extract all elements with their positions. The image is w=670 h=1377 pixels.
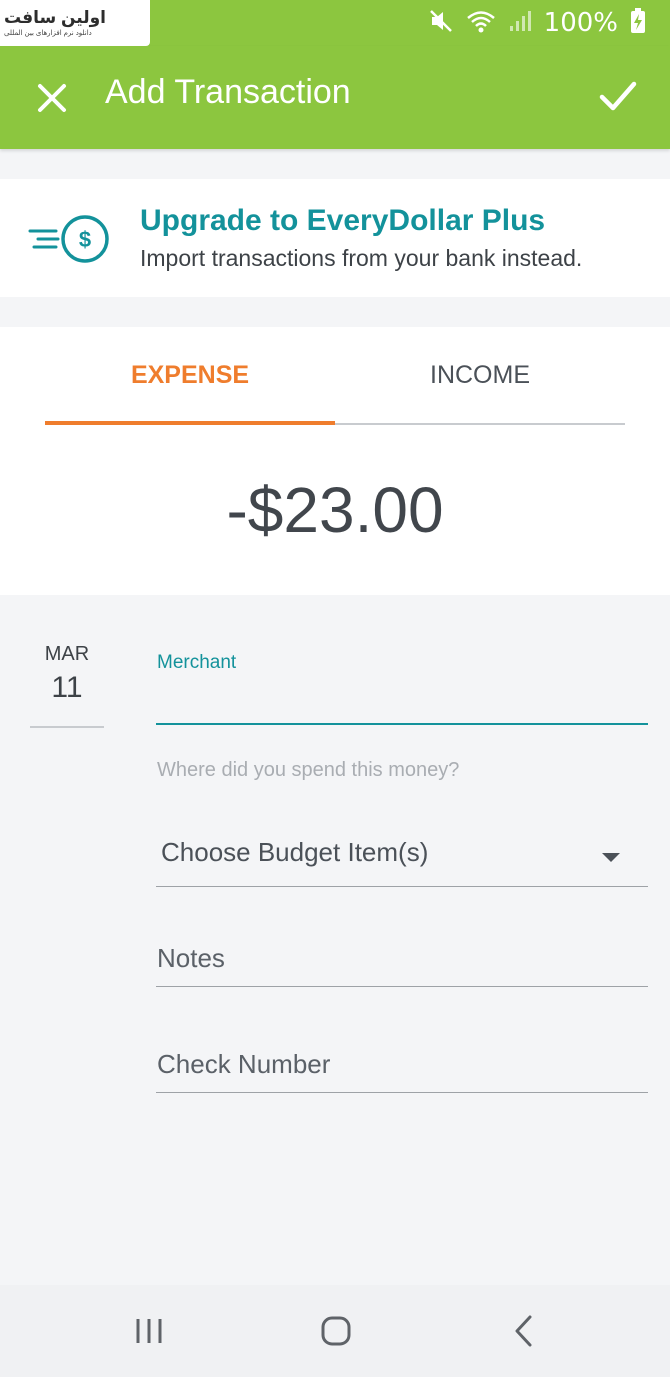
- watermark-title: اولین سافت: [4, 8, 106, 27]
- upgrade-banner[interactable]: $ Upgrade to EveryDollar Plus Import tra…: [0, 179, 670, 297]
- amount-input[interactable]: -$23.00: [0, 473, 670, 547]
- recents-button[interactable]: [131, 1313, 167, 1349]
- upgrade-subtitle: Import transactions from your bank inste…: [140, 245, 583, 271]
- budget-item-select[interactable]: Choose Budget Item(s): [156, 825, 648, 887]
- recents-icon: [136, 1319, 162, 1343]
- date-month: MAR: [44, 643, 90, 665]
- tab-income[interactable]: INCOME: [335, 361, 625, 390]
- back-button[interactable]: [506, 1313, 542, 1349]
- system-nav-bar: [0, 1285, 670, 1377]
- upgrade-title: Upgrade to EveryDollar Plus: [140, 204, 546, 237]
- app-bar: Add Transaction: [0, 46, 670, 149]
- signal-icon: [508, 9, 532, 38]
- close-button[interactable]: [36, 82, 68, 114]
- battery-charging-icon: [630, 7, 646, 39]
- svg-text:$: $: [79, 227, 91, 252]
- tab-expense[interactable]: EXPENSE: [45, 361, 335, 390]
- dollar-coin-icon: $: [28, 214, 112, 264]
- transaction-form: MAR 11 Merchant Where did you spend this…: [0, 595, 670, 1285]
- save-button[interactable]: [598, 78, 638, 114]
- tab-underline: [335, 423, 625, 425]
- merchant-helper-text: Where did you spend this money?: [157, 759, 460, 781]
- date-day: 11: [51, 671, 83, 704]
- home-button[interactable]: [318, 1313, 354, 1349]
- notes-field[interactable]: [156, 931, 648, 987]
- merchant-label: Merchant: [157, 652, 237, 673]
- close-icon: [38, 84, 66, 112]
- budget-item-label: Choose Budget Item(s): [161, 837, 429, 867]
- date-underline: [30, 726, 104, 728]
- mute-icon: [428, 8, 454, 39]
- wifi-icon: [466, 8, 496, 39]
- chevron-down-icon: [602, 853, 620, 862]
- check-number-field[interactable]: [156, 1037, 648, 1093]
- transaction-type-panel: EXPENSE INCOME -$23.00: [0, 327, 670, 595]
- back-icon: [515, 1315, 532, 1347]
- merchant-field[interactable]: [156, 679, 648, 725]
- status-bar: اولین سافت دانلود نرم افزارهای بین الملل…: [0, 0, 670, 46]
- status-icons: 100%: [428, 7, 646, 39]
- home-icon: [321, 1316, 351, 1346]
- page-title: Add Transaction: [105, 73, 351, 111]
- watermark-subtitle: دانلود نرم افزارهای بین المللی: [4, 30, 92, 37]
- check-icon: [599, 81, 637, 111]
- tab-active-indicator: [45, 421, 335, 425]
- watermark-logo: اولین سافت دانلود نرم افزارهای بین الملل…: [0, 0, 150, 46]
- battery-percent: 100%: [543, 8, 618, 38]
